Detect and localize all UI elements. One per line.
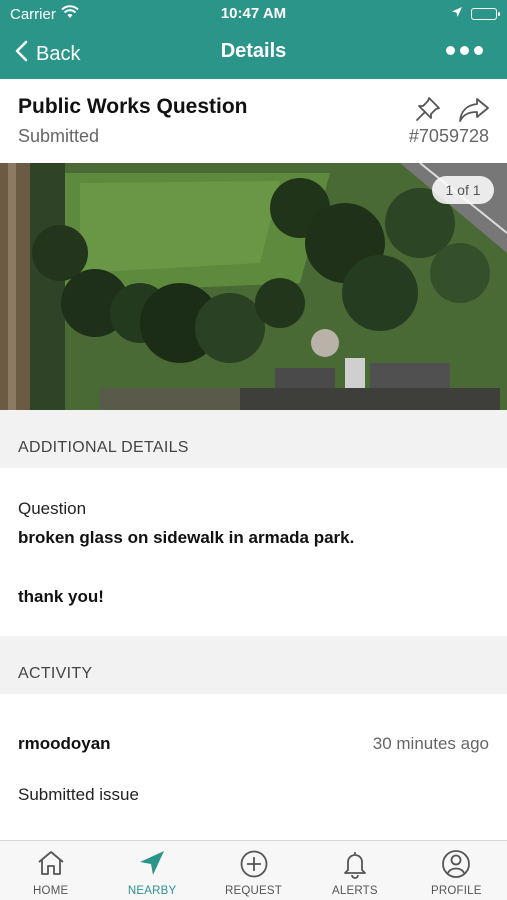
question-label: Question — [18, 499, 87, 518]
section-title: ACTIVITY — [18, 665, 93, 682]
tab-request[interactable]: REQUEST — [203, 841, 304, 900]
tab-label: NEARBY — [127, 885, 177, 897]
section-header-additional-details: ADDITIONAL DETAILS — [0, 410, 507, 468]
details-card: Question broken glass on sidewalk in arm… — [0, 468, 507, 636]
section-header-activity: ACTIVITY — [0, 636, 507, 694]
pin-icon[interactable] — [414, 95, 442, 128]
plus-circle-icon — [239, 849, 269, 884]
tab-bar: HOME NEARBY REQUEST ALERTS PROFILE — [0, 840, 507, 900]
tab-label: HOME — [33, 885, 69, 897]
bell-icon — [340, 849, 370, 884]
back-label: Back — [36, 42, 81, 65]
tab-label: ALERTS — [332, 885, 378, 897]
more-dot-icon — [446, 46, 455, 55]
battery-icon — [471, 7, 500, 20]
request-title: Public Works Question — [18, 95, 248, 118]
activity-user: rmoodoyan — [18, 734, 111, 753]
answer-line: broken glass on sidewalk in armada park. — [18, 528, 355, 547]
more-options-button[interactable] — [446, 46, 483, 55]
status-bar: Carrier 10:47 AM — [0, 0, 507, 28]
answer-line: thank you! — [18, 587, 104, 606]
request-id: #7059728 — [408, 126, 489, 146]
location-arrow-icon — [137, 849, 167, 882]
tab-profile[interactable]: PROFILE — [406, 841, 507, 900]
user-icon — [441, 849, 471, 884]
tab-home[interactable]: HOME — [0, 841, 101, 900]
back-button[interactable]: Back — [14, 40, 80, 68]
location-services-icon — [451, 5, 463, 22]
home-icon — [36, 849, 66, 882]
share-icon[interactable] — [458, 97, 490, 128]
chevron-left-icon — [14, 40, 28, 68]
activity-action: Submitted issue — [18, 785, 139, 804]
activity-time: 30 minutes ago — [372, 734, 489, 753]
section-title: ADDITIONAL DETAILS — [18, 439, 189, 456]
more-dot-icon — [460, 46, 469, 55]
activity-card: rmoodoyan 30 minutes ago Submitted issue — [0, 694, 507, 840]
tab-label: PROFILE — [431, 885, 482, 897]
request-status: Submitted — [18, 126, 100, 146]
tab-nearby[interactable]: NEARBY — [101, 841, 202, 900]
aerial-photo-image — [0, 163, 507, 410]
tab-alerts[interactable]: ALERTS — [304, 841, 405, 900]
photo-count-badge: 1 of 1 — [432, 176, 494, 204]
status-right — [451, 5, 500, 22]
request-photo[interactable]: 1 of 1 — [0, 163, 507, 410]
tab-label: REQUEST — [225, 885, 283, 897]
nav-bar: Back Details — [0, 28, 507, 79]
status-time: 10:47 AM — [220, 5, 287, 22]
more-dot-icon — [474, 46, 483, 55]
request-header: Public Works Question Submitted #7059728 — [0, 79, 507, 163]
